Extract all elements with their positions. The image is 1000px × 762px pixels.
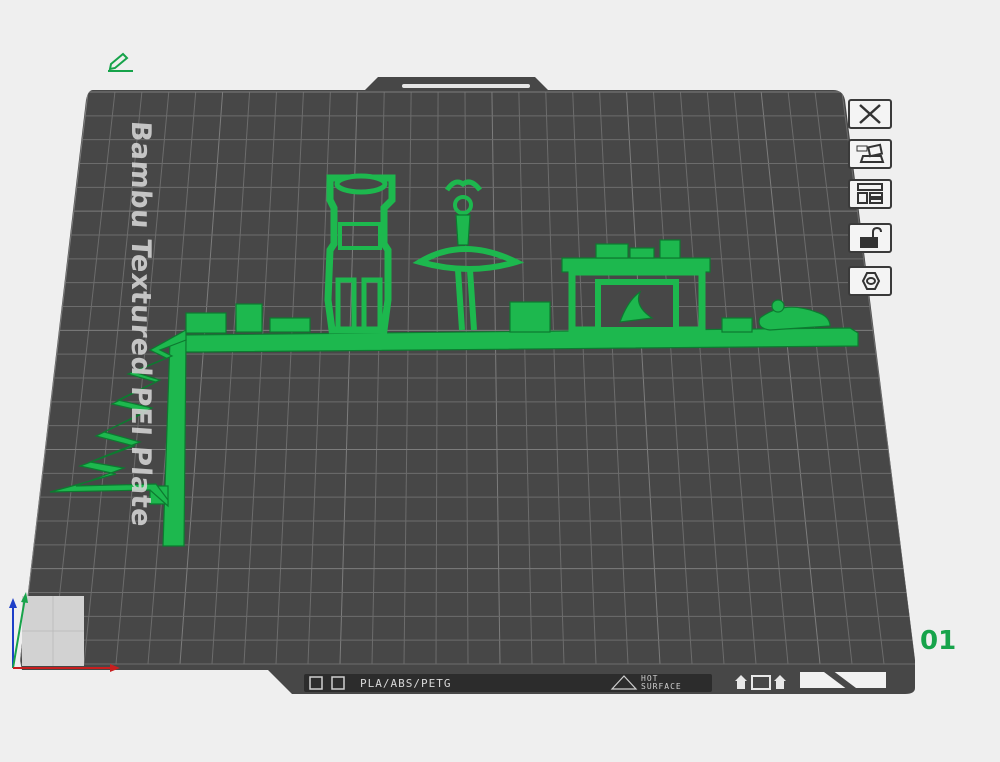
arrange-button[interactable]	[848, 179, 892, 209]
hot-surface-line2: SURFACE	[641, 682, 682, 691]
plate-settings-icon	[861, 272, 881, 290]
pencil-icon[interactable]	[107, 50, 135, 72]
close-icon	[859, 104, 881, 124]
plate-settings-button[interactable]	[848, 266, 892, 296]
arrange-icon	[857, 183, 883, 204]
lock-icon	[860, 226, 882, 248]
auto-orient-icon	[856, 143, 885, 163]
close-button[interactable]	[848, 99, 892, 129]
lock-button[interactable]	[848, 223, 892, 253]
auto-orient-button[interactable]	[848, 139, 892, 169]
plate-number[interactable]: 01	[920, 626, 956, 656]
material-label: PLA/ABS/PETG	[360, 677, 452, 690]
hot-surface-label: HOT SURFACE	[641, 675, 711, 691]
